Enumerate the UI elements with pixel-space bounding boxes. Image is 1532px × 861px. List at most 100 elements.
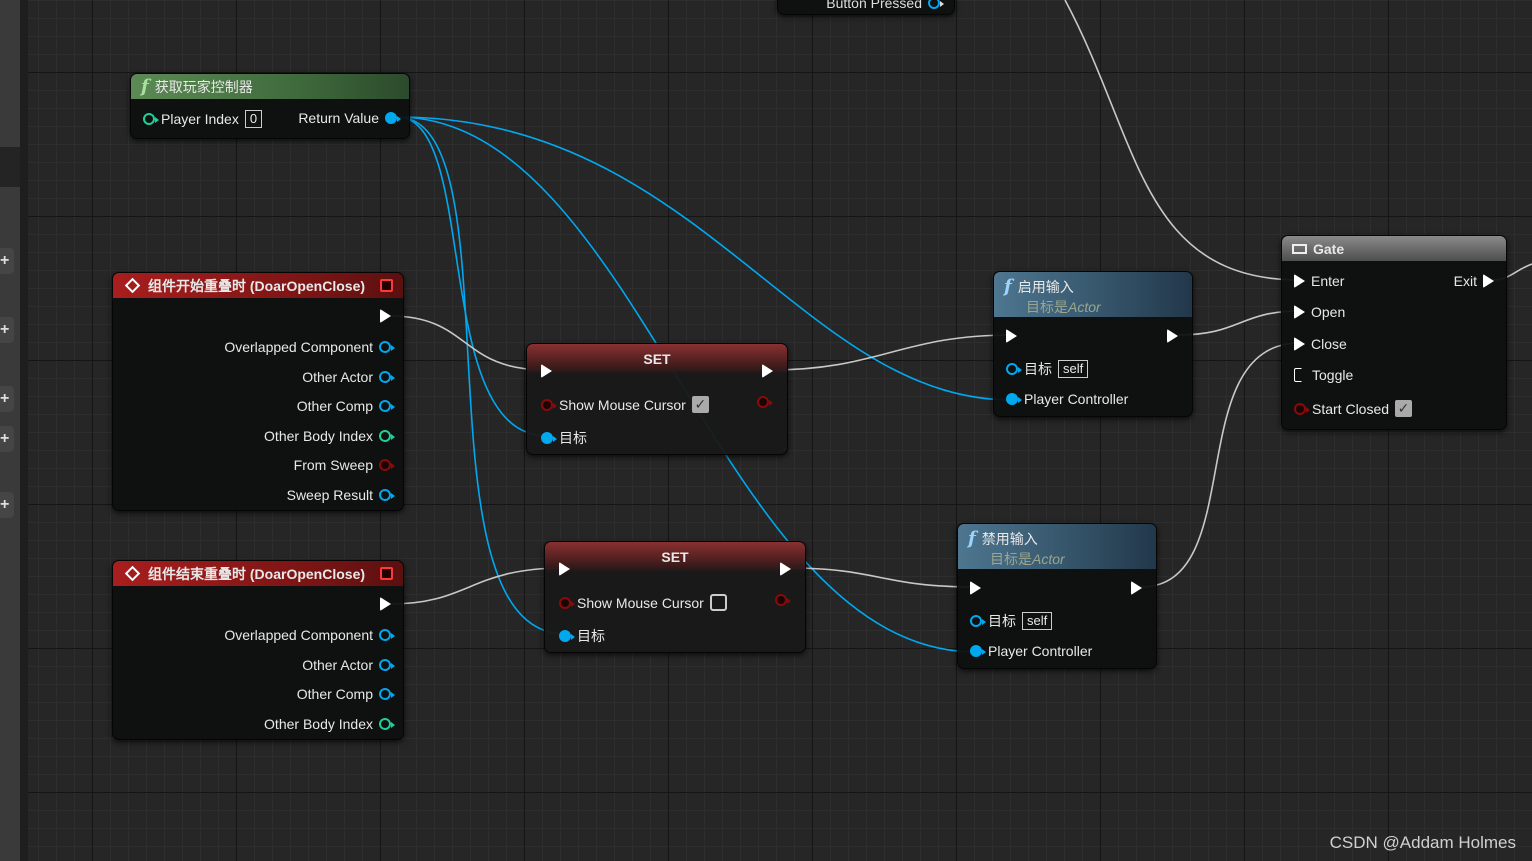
- output-pin-row[interactable]: Other Actor: [302, 657, 395, 673]
- bool-out-pin[interactable]: [757, 396, 773, 408]
- exec-in-pin[interactable]: [559, 562, 570, 576]
- output-pin[interactable]: [379, 429, 395, 442]
- pin-label: Other Body Index: [264, 427, 373, 444]
- node-title: SET: [661, 549, 689, 565]
- pin-label: Other Comp: [296, 398, 373, 415]
- add-button[interactable]: +: [0, 426, 14, 452]
- begin-overlap-event-node[interactable]: 组件开始重叠时 (DoarOpenClose) Overlapped Compo…: [112, 272, 404, 511]
- target-input[interactable]: self: [1058, 360, 1089, 378]
- end-overlap-event-node[interactable]: 组件结束重叠时 (DoarOpenClose) Overlapped Compo…: [112, 560, 404, 740]
- pin-label: 目标: [988, 613, 1016, 629]
- output-pin[interactable]: [379, 658, 395, 671]
- exec-out-pin[interactable]: [380, 309, 391, 323]
- pin-label: Show Mouse Cursor: [577, 594, 704, 611]
- delegate-pin[interactable]: [380, 567, 393, 580]
- pin-label: Player Index: [161, 111, 239, 127]
- node-title: 禁用输入: [981, 530, 1038, 547]
- output-pin[interactable]: [379, 459, 395, 472]
- get-player-controller-node[interactable]: f 获取玩家控制器 Player Index 0 Return Value: [130, 73, 410, 139]
- disable-input-node[interactable]: f 禁用输入目标是Actor 目标 self Player Controller: [957, 523, 1157, 669]
- node-title: Gate: [1313, 240, 1345, 257]
- node-title: 组件开始重叠时 (DoarOpenClose): [148, 277, 366, 294]
- player-controller-pin[interactable]: [1006, 393, 1022, 405]
- output-pin-row[interactable]: Sweep Result: [287, 487, 395, 503]
- set-show-mouse-cursor-node[interactable]: SET Show Mouse Cursor 目标: [544, 541, 806, 653]
- output-pin[interactable]: [379, 400, 395, 413]
- exec-in-pin[interactable]: [1006, 329, 1017, 343]
- output-pin[interactable]: [379, 489, 395, 501]
- enable-input-node[interactable]: f 启用输入 目标是Actor 目标 self Player Controller: [993, 271, 1193, 417]
- add-button[interactable]: +: [0, 317, 14, 343]
- set-show-mouse-cursor-node[interactable]: SET Show Mouse Cursor ✓ 目标: [526, 343, 788, 455]
- pin-label: Other Actor: [302, 368, 373, 385]
- enter-pin[interactable]: [1294, 274, 1305, 288]
- target-input[interactable]: self: [1022, 612, 1053, 630]
- show-mouse-cursor-checkbox[interactable]: [709, 594, 727, 611]
- pin-label: Toggle: [1312, 367, 1354, 383]
- pin[interactable]: [928, 0, 944, 9]
- bool-out-pin[interactable]: [775, 594, 791, 606]
- function-icon: f: [1004, 276, 1012, 297]
- function-icon: f: [141, 76, 149, 97]
- target-pin[interactable]: [559, 630, 575, 642]
- target-pin[interactable]: [970, 615, 986, 627]
- output-pin[interactable]: [379, 629, 395, 641]
- node-subtitle-class: Actor: [1068, 299, 1101, 315]
- node-title: 组件结束重叠时 (DoarOpenClose): [148, 565, 366, 582]
- pin-label: Exit: [1453, 273, 1477, 289]
- bool-pin[interactable]: [559, 596, 575, 609]
- output-pin-row[interactable]: Overlapped Component: [224, 339, 395, 355]
- start-closed-checkbox[interactable]: ✓: [1395, 400, 1413, 417]
- output-pin-row[interactable]: Overlapped Component: [224, 627, 395, 643]
- output-pin-row[interactable]: Other Comp: [297, 686, 395, 702]
- pin-label: Overlapped Component: [224, 339, 373, 355]
- output-pin[interactable]: [379, 341, 395, 353]
- player-index-input[interactable]: 0: [244, 110, 263, 128]
- toggle-pin[interactable]: [1294, 368, 1306, 382]
- output-pin-row[interactable]: Other Comp: [296, 398, 395, 415]
- node-subtitle: 目标是: [990, 551, 1032, 567]
- add-button[interactable]: +: [0, 492, 14, 518]
- open-pin[interactable]: [1294, 305, 1305, 319]
- gate-icon: [1292, 243, 1307, 254]
- event-diamond-icon: [124, 565, 141, 582]
- exec-out-pin[interactable]: [780, 562, 791, 576]
- pin-label: Player Controller: [988, 643, 1093, 659]
- node-subtitle-class: Actor: [1032, 551, 1065, 567]
- pin-label: From Sweep: [293, 457, 373, 474]
- add-button[interactable]: +: [0, 248, 14, 274]
- output-pin[interactable]: [379, 717, 395, 730]
- exec-out-pin[interactable]: [762, 364, 773, 378]
- exec-out-pin[interactable]: [1131, 581, 1142, 595]
- gate-node[interactable]: Gate Enter Exit Open Close Toggle Start …: [1281, 235, 1507, 430]
- close-pin[interactable]: [1294, 337, 1305, 351]
- function-icon: f: [968, 528, 976, 549]
- player-index-pin[interactable]: [143, 113, 159, 125]
- delegate-pin[interactable]: [380, 279, 393, 292]
- output-pin-row[interactable]: From Sweep: [293, 457, 395, 474]
- add-button[interactable]: +: [0, 386, 14, 412]
- show-mouse-cursor-checkbox[interactable]: ✓: [691, 396, 709, 413]
- exec-out-pin[interactable]: [1167, 329, 1178, 343]
- start-closed-pin[interactable]: [1294, 402, 1310, 415]
- output-pin[interactable]: [379, 370, 395, 383]
- output-pin[interactable]: [379, 688, 395, 701]
- output-pin-row[interactable]: Other Actor: [302, 368, 395, 385]
- pin-label: Show Mouse Cursor: [559, 396, 686, 413]
- exec-in-pin[interactable]: [541, 364, 552, 378]
- player-controller-pin[interactable]: [970, 645, 986, 657]
- return-value-pin[interactable]: [385, 112, 401, 124]
- pin-label: Other Body Index: [264, 715, 373, 732]
- bool-pin[interactable]: [541, 398, 557, 411]
- target-pin[interactable]: [541, 432, 557, 444]
- pin-label: 目标: [577, 628, 605, 644]
- button-pressed-node[interactable]: Button Pressed: [777, 0, 955, 15]
- exit-pin[interactable]: [1483, 274, 1494, 288]
- output-pin-row[interactable]: Other Body Index: [264, 427, 395, 444]
- pin-label: Player Controller: [1024, 391, 1129, 407]
- exec-in-pin[interactable]: [970, 581, 981, 595]
- pin-label: Start Closed: [1312, 400, 1390, 417]
- exec-out-pin[interactable]: [380, 597, 391, 611]
- target-pin[interactable]: [1006, 363, 1022, 375]
- output-pin-row[interactable]: Other Body Index: [264, 715, 395, 732]
